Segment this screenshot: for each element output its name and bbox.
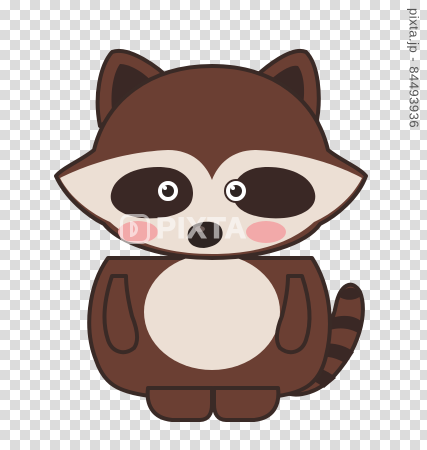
right-foot xyxy=(212,386,281,422)
image-canvas: PIXTA pixta.jp - 84493936 xyxy=(0,0,427,450)
image-id-strip: pixta.jp - 84493936 xyxy=(401,0,427,450)
belly xyxy=(144,254,280,370)
raccoon-illustration xyxy=(54,48,368,422)
right-eye xyxy=(224,179,248,203)
right-cheek xyxy=(246,221,286,243)
left-cheek xyxy=(118,221,158,243)
image-id-text: pixta.jp - 84493936 xyxy=(406,8,422,129)
left-eye xyxy=(156,179,180,203)
left-foot xyxy=(145,386,214,422)
